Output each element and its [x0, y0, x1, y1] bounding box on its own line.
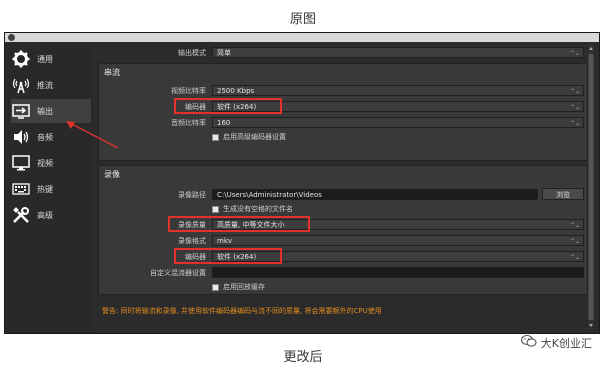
warning-text: 警告: 同时将输流和录像, 并使用软件编码器编码与流不同的质量, 将会需要额外的…: [102, 307, 382, 315]
title-bar: [5, 33, 599, 42]
checkbox-box[interactable]: [212, 283, 219, 291]
monitor-icon: [11, 153, 31, 173]
sidebar: 通用 推流 输出 音频 视频 热键 高级: [5, 42, 93, 333]
speaker-icon: [11, 127, 31, 147]
recording-path-label: 录像路径: [178, 191, 206, 199]
output-mode-select[interactable]: 简单 ⌃⌄: [212, 47, 584, 58]
sidebar-item-label: 音频: [37, 132, 53, 142]
app-icon: [8, 34, 15, 41]
video-bitrate-spinbox[interactable]: 2500 Kbps ⌃⌄: [212, 85, 584, 96]
recording-format-label: 录像格式: [178, 237, 206, 245]
sidebar-item-label: 视频: [37, 158, 53, 168]
custom-muxer-input[interactable]: [212, 267, 584, 278]
sidebar-item-stream[interactable]: 推流: [11, 73, 91, 97]
checkbox-box[interactable]: [212, 133, 219, 141]
highlight-stream-encoder: [174, 98, 282, 114]
sidebar-item-output[interactable]: 输出: [11, 99, 91, 123]
sidebar-item-advanced[interactable]: 高级: [11, 203, 91, 227]
sidebar-item-label: 推流: [37, 80, 53, 90]
sidebar-item-hotkeys[interactable]: 热键: [11, 177, 91, 201]
sidebar-item-label: 输出: [37, 106, 53, 116]
output-icon: [11, 101, 31, 121]
highlight-recording-quality: [168, 216, 310, 232]
sidebar-item-label: 通用: [37, 54, 53, 64]
sidebar-item-video[interactable]: 视频: [11, 151, 91, 175]
caption-modified: 更改后: [283, 350, 323, 365]
sidebar-item-label: 热键: [37, 184, 53, 194]
streaming-section: [98, 63, 588, 161]
broadcast-icon: [11, 75, 31, 95]
caption-original: 原图: [289, 12, 316, 27]
video-bitrate-label: 视频比特率: [171, 87, 206, 95]
settings-window: 通用 推流 输出 音频 视频 热键 高级 输出模式 简单 ⌃⌄ 串流 视频比特率…: [4, 32, 600, 334]
audio-bitrate-label: 音频比特率: [171, 119, 206, 127]
sidebar-item-label: 高级: [37, 210, 53, 220]
highlight-recording-encoder: [174, 248, 282, 264]
checkbox-box[interactable]: [212, 205, 219, 213]
custom-muxer-label: 自定义混流器设置: [150, 269, 206, 277]
advanced-encoder-checkbox[interactable]: 启用高级编码器设置: [212, 132, 286, 142]
gear-icon: [11, 49, 31, 69]
output-settings-panel: 输出模式 简单 ⌃⌄ 串流 视频比特率 2500 Kbps ⌃⌄ 编码器 软件 (x…: [96, 42, 596, 333]
sidebar-item-audio[interactable]: 音频: [11, 125, 91, 149]
browse-button[interactable]: 浏览: [542, 188, 584, 200]
recording-section-title: 录像: [104, 170, 120, 179]
keyboard-icon: [11, 179, 31, 199]
recording-format-select[interactable]: mkv ⌃⌄: [212, 235, 584, 246]
vertical-scrollbar[interactable]: [588, 44, 594, 330]
no-space-filename-checkbox[interactable]: 生成没有空格的文件名: [212, 204, 293, 214]
sidebar-item-general[interactable]: 通用: [11, 47, 91, 71]
output-mode-label: 输出模式: [178, 49, 206, 57]
tools-icon: [11, 205, 31, 225]
recording-path-input[interactable]: C:\Users\Administrator\Videos: [212, 189, 538, 200]
streaming-section-title: 串流: [104, 68, 120, 77]
replay-buffer-checkbox[interactable]: 启用回放缓存: [212, 282, 265, 292]
audio-bitrate-select[interactable]: 160 ⌃⌄: [212, 117, 584, 128]
